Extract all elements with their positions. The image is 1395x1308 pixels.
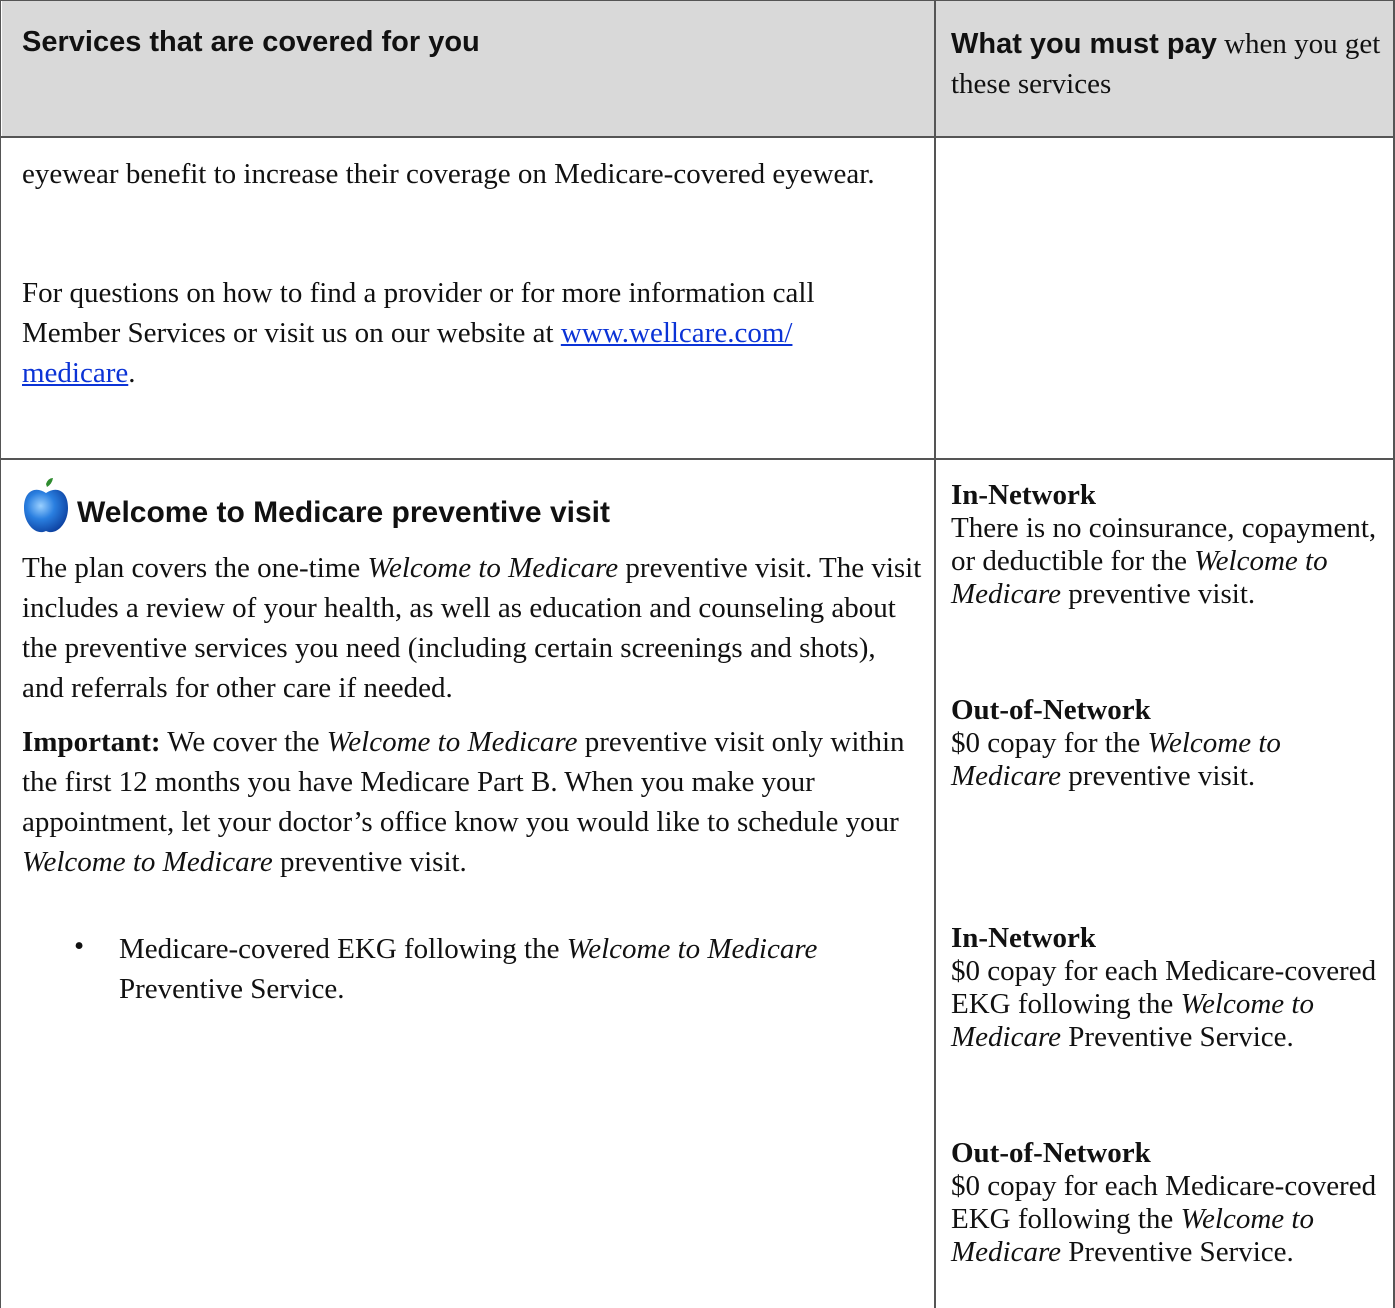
ekg-bullet: Medicare-covered EKG following the Welco… [119,929,919,1009]
important-paragraph: Important: We cover the Welcome to Medic… [22,722,922,882]
in-network-text: There is no coinsurance, copayment, or d… [951,512,1381,611]
text-span: Welcome to Medicare [566,933,818,965]
out-network-text: $0 copay for each Medicare-covered EKG f… [951,1170,1381,1269]
section-title: Welcome to Medicare preventive visit [77,496,610,529]
text-span: Preventive Service. [119,973,345,1005]
divider [1,0,1395,1]
visit-cost-in-network: In-Network There is no coinsurance, copa… [951,479,1381,611]
text-span: preventive visit. [272,846,467,878]
out-network-heading: Out-of-Network [951,1137,1151,1169]
benefits-table: Services that are covered for you What y… [0,0,1395,1308]
text-span: We cover the [160,726,327,758]
in-network-heading: In-Network [951,922,1096,954]
out-network-text: $0 copay for the Welcome to Medicare pre… [951,727,1381,793]
text-span: preventive visit. [1061,760,1256,792]
text-span: The plan covers the one-time [22,552,368,584]
visit-cost-out-network: Out-of-Network $0 copay for the Welcome … [951,694,1381,793]
header-services: Services that are covered for you [22,26,480,58]
text-span: Welcome to Medicare [367,552,619,584]
contact-paragraph: For questions on how to find a provider … [22,273,912,393]
column-divider [934,0,936,1308]
contact-end: . [128,357,136,389]
ekg-cost-in-network: In-Network $0 copay for each Medicare-co… [951,922,1381,1054]
apple-icon [24,478,68,533]
header-what-you-pay: What you must pay when you get these ser… [951,24,1381,104]
divider [1,136,1395,138]
text-span: Welcome to Medicare [22,846,273,878]
header-pay-bold: What you must pay [951,28,1217,60]
visit-paragraph: The plan covers the one-time Welcome to … [22,548,922,708]
text-span: Preventive Service. [1061,1021,1294,1053]
in-network-text: $0 copay for each Medicare-covered EKG f… [951,955,1381,1054]
text-span: preventive visit. [1061,578,1256,610]
text-span: Preventive Service. [1061,1236,1294,1268]
bullet-marker: • [74,930,85,962]
eyewear-paragraph: eyewear benefit to increase their covera… [22,158,875,190]
important-label: Important: [22,726,161,758]
text-span: $0 copay for the [951,727,1148,759]
ekg-cost-out-network: Out-of-Network $0 copay for each Medicar… [951,1137,1381,1269]
in-network-heading: In-Network [951,479,1096,511]
text-span: Welcome to Medicare [326,726,578,758]
out-network-heading: Out-of-Network [951,694,1151,726]
text-span: Medicare-covered EKG following the [119,933,567,965]
divider [1,458,1395,460]
